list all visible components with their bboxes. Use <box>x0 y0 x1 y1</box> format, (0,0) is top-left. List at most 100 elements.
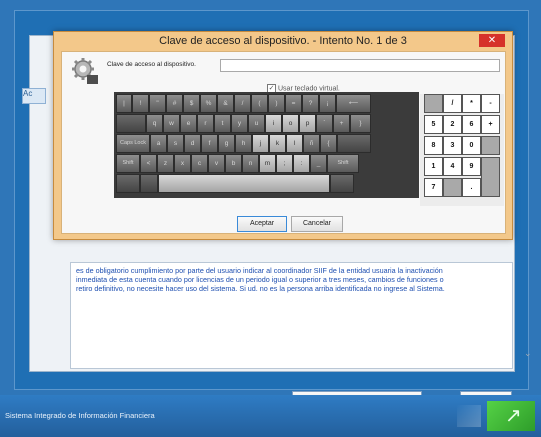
key[interactable]: ( <box>251 94 268 113</box>
key[interactable]: ! <box>132 94 149 113</box>
key[interactable]: h <box>235 134 252 153</box>
key[interactable]: _ <box>310 154 327 173</box>
notice-text: es de obligatorio cumplimiento por parte… <box>76 266 445 294</box>
expand-arrow-icon[interactable]: ↗ <box>487 401 535 431</box>
keyboard-row-4: Shift < z x c v b n m ; : _ Shift <box>116 154 418 173</box>
key[interactable]: q <box>146 114 163 133</box>
key[interactable]: ; <box>276 154 293 173</box>
key[interactable]: y <box>231 114 248 133</box>
enter-key[interactable] <box>337 134 371 153</box>
password-input[interactable] <box>220 59 500 72</box>
numpad-enter-key[interactable] <box>481 157 500 197</box>
password-dialog: Clave de acceso al dispositivo. - Intent… <box>53 31 513 240</box>
tab-fragment[interactable]: Ac <box>22 88 46 104</box>
key[interactable]: v <box>208 154 225 173</box>
key[interactable]: } <box>350 114 371 133</box>
key[interactable]: " <box>149 94 166 113</box>
key[interactable]: u <box>248 114 265 133</box>
keyboard-row-2: q w e r t y u i o p ´ + } <box>116 114 418 133</box>
virtual-keyboard: | ! " # $ % & / ( ) = ? ¡ ⟵ q w e r t y … <box>114 92 419 198</box>
decorative-shape <box>457 405 481 427</box>
key[interactable]: ñ <box>303 134 320 153</box>
numpad-key[interactable]: 6 <box>462 115 481 134</box>
key[interactable]: f <box>201 134 218 153</box>
shift-key[interactable]: Shift <box>116 154 140 173</box>
dialog-title: Clave de acceso al dispositivo. - Intent… <box>159 35 407 47</box>
caps-lock-key[interactable]: Caps Lock <box>116 134 150 153</box>
numpad-key[interactable]: 3 <box>443 136 462 155</box>
numpad-key[interactable]: 5 <box>424 115 443 134</box>
key[interactable]: & <box>217 94 234 113</box>
dialog-body: Clave de acceso al dispositivo. ✓ Usar te… <box>61 51 506 234</box>
tab-key[interactable] <box>116 114 146 133</box>
key[interactable]: i <box>265 114 282 133</box>
key[interactable]: k <box>269 134 286 153</box>
ctrl-key[interactable] <box>116 174 140 193</box>
numpad-key[interactable]: 0 <box>462 136 481 155</box>
status-footer: Sistema Integrado de Información Financi… <box>0 395 541 437</box>
numpad-blank-key[interactable] <box>481 136 500 155</box>
key[interactable]: = <box>285 94 302 113</box>
shift-key-right[interactable]: Shift <box>327 154 359 173</box>
key[interactable]: ¡ <box>319 94 336 113</box>
key[interactable]: # <box>166 94 183 113</box>
close-icon[interactable]: ✕ <box>479 34 505 47</box>
key[interactable]: < <box>140 154 157 173</box>
key[interactable]: % <box>200 94 217 113</box>
scroll-down-chevron-icon[interactable]: ⌄ <box>524 348 532 359</box>
numpad-key[interactable]: 1 <box>424 157 443 176</box>
key[interactable]: x <box>174 154 191 173</box>
key[interactable]: { <box>320 134 337 153</box>
alt-key[interactable] <box>140 174 158 193</box>
cancel-button[interactable]: Cancelar <box>291 216 343 232</box>
alt-gr-key[interactable] <box>330 174 354 193</box>
key[interactable]: : <box>293 154 310 173</box>
key[interactable]: e <box>180 114 197 133</box>
numpad-key[interactable]: 9 <box>462 157 481 176</box>
key[interactable]: a <box>150 134 167 153</box>
numpad-key[interactable]: 8 <box>424 136 443 155</box>
numpad-blank-key[interactable] <box>424 94 443 113</box>
key[interactable]: l <box>286 134 303 153</box>
system-name: Sistema Integrado de Información Financi… <box>5 411 155 420</box>
key[interactable]: t <box>214 114 231 133</box>
key[interactable]: g <box>218 134 235 153</box>
gear-icon <box>72 58 98 84</box>
keyboard-row-5 <box>116 174 418 193</box>
key[interactable]: ´ <box>316 114 333 133</box>
accept-button[interactable]: Aceptar <box>237 216 287 232</box>
key[interactable]: o <box>282 114 299 133</box>
key[interactable]: | <box>116 94 132 113</box>
numpad-key[interactable]: 2 <box>443 115 462 134</box>
backspace-key[interactable]: ⟵ <box>336 94 371 113</box>
key[interactable]: $ <box>183 94 200 113</box>
keyboard-row-3: Caps Lock a s d f g h j k l ñ { <box>116 134 418 153</box>
numpad-blank-key[interactable] <box>443 178 462 197</box>
key[interactable]: ) <box>268 94 285 113</box>
numpad-key[interactable]: - <box>481 94 500 113</box>
key[interactable]: / <box>234 94 251 113</box>
key[interactable]: j <box>252 134 269 153</box>
key[interactable]: ? <box>302 94 319 113</box>
key[interactable]: r <box>197 114 214 133</box>
key[interactable]: c <box>191 154 208 173</box>
key[interactable]: d <box>184 134 201 153</box>
numpad-key[interactable]: 7 <box>424 178 443 197</box>
numpad-key[interactable]: / <box>443 94 462 113</box>
numpad-key[interactable]: + <box>481 115 500 134</box>
numpad-key[interactable]: . <box>462 178 481 197</box>
numeric-keypad: / * - 5 2 6 + 8 3 0 1 4 9 7 . <box>420 94 504 206</box>
key[interactable]: m <box>259 154 276 173</box>
key[interactable]: b <box>225 154 242 173</box>
space-bar[interactable] <box>158 174 330 193</box>
keyboard-row-1: | ! " # $ % & / ( ) = ? ¡ ⟵ <box>116 94 418 113</box>
numpad-key[interactable]: * <box>462 94 481 113</box>
password-label: Clave de acceso al dispositivo. <box>107 61 196 68</box>
key[interactable]: z <box>157 154 174 173</box>
key[interactable]: + <box>333 114 350 133</box>
key[interactable]: w <box>163 114 180 133</box>
key[interactable]: n <box>242 154 259 173</box>
numpad-key[interactable]: 4 <box>443 157 462 176</box>
key[interactable]: p <box>299 114 316 133</box>
key[interactable]: s <box>167 134 184 153</box>
